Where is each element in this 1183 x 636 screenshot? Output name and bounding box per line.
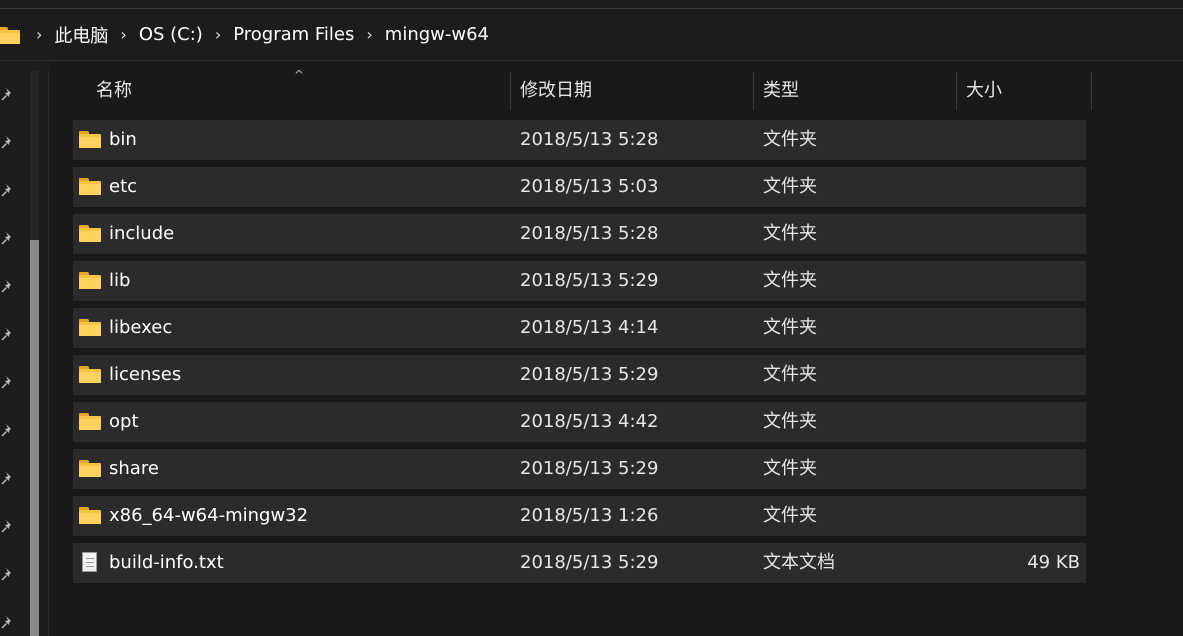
file-name: libexec (109, 317, 173, 338)
modified-date: 2018/5/13 5:03 (520, 176, 659, 197)
file-name: share (109, 458, 159, 479)
pin-icon[interactable] (0, 470, 16, 486)
pin-icon[interactable] (0, 422, 16, 438)
chevron-right-icon[interactable]: › (120, 25, 126, 44)
pin-icon[interactable] (0, 86, 16, 102)
address-bar: › 此电脑 › OS (C:) › Program Files › mingw-… (0, 0, 1183, 61)
navigation-scrollbar-thumb[interactable] (30, 240, 39, 636)
pin-icon[interactable] (0, 374, 16, 390)
pin-icon[interactable] (0, 518, 16, 534)
column-header-date[interactable]: 修改日期 (520, 70, 592, 112)
column-header-size[interactable]: 大小 (966, 70, 1002, 112)
folder-icon (79, 224, 103, 244)
folder-icon (79, 365, 103, 385)
text-file-icon (79, 552, 103, 573)
column-resize-handle[interactable] (753, 72, 754, 110)
column-resize-handle[interactable] (956, 72, 957, 110)
modified-date: 2018/5/13 5:28 (520, 129, 659, 150)
list-item[interactable]: lib 2018/5/13 5:29 文件夹 (73, 261, 1086, 301)
chevron-right-icon[interactable]: › (36, 25, 42, 44)
folder-icon (79, 318, 103, 338)
list-item[interactable]: etc 2018/5/13 5:03 文件夹 (73, 167, 1086, 207)
file-type: 文件夹 (763, 176, 817, 197)
sort-ascending-icon: ^ (294, 68, 305, 82)
folder-icon (0, 26, 22, 44)
folder-icon (79, 506, 103, 526)
modified-date: 2018/5/13 5:29 (520, 552, 659, 573)
modified-date: 2018/5/13 1:26 (520, 505, 659, 526)
breadcrumb-program-files[interactable]: Program Files (233, 24, 354, 45)
file-name: licenses (109, 364, 182, 385)
breadcrumb-mingw-w64[interactable]: mingw-w64 (385, 24, 489, 45)
pane-divider[interactable] (48, 71, 49, 636)
folder-icon (79, 459, 103, 479)
folder-icon (79, 271, 103, 291)
column-resize-handle[interactable] (1091, 72, 1092, 110)
file-type: 文件夹 (763, 223, 817, 244)
chevron-right-icon[interactable]: › (215, 25, 221, 44)
file-type: 文件夹 (763, 270, 817, 291)
column-header-row: ^ 名称 修改日期 类型 大小 (50, 68, 1183, 112)
pin-icon[interactable] (0, 614, 16, 630)
list-item[interactable]: bin 2018/5/13 5:28 文件夹 (73, 120, 1086, 160)
file-name: opt (109, 411, 139, 432)
folder-icon (79, 412, 103, 432)
modified-date: 2018/5/13 4:14 (520, 317, 659, 338)
file-type: 文件夹 (763, 458, 817, 479)
list-item[interactable]: build-info.txt 2018/5/13 5:29 文本文档 49 KB (73, 543, 1086, 583)
column-resize-handle[interactable] (510, 72, 511, 110)
file-type: 文件夹 (763, 129, 817, 150)
pin-icon[interactable] (0, 278, 16, 294)
list-item[interactable]: include 2018/5/13 5:28 文件夹 (73, 214, 1086, 254)
file-type: 文件夹 (763, 364, 817, 385)
file-type: 文件夹 (763, 317, 817, 338)
modified-date: 2018/5/13 5:29 (520, 458, 659, 479)
file-name: lib (109, 270, 131, 291)
breadcrumb-drive-c[interactable]: OS (C:) (139, 24, 203, 45)
list-item[interactable]: share 2018/5/13 5:29 文件夹 (73, 449, 1086, 489)
file-type: 文件夹 (763, 411, 817, 432)
modified-date: 2018/5/13 5:29 (520, 364, 659, 385)
file-name: bin (109, 129, 137, 150)
list-item[interactable]: licenses 2018/5/13 5:29 文件夹 (73, 355, 1086, 395)
file-name: build-info.txt (109, 552, 224, 573)
pin-icon[interactable] (0, 134, 16, 150)
file-name: x86_64-w64-mingw32 (109, 505, 309, 526)
list-item[interactable]: libexec 2018/5/13 4:14 文件夹 (73, 308, 1086, 348)
modified-date: 2018/5/13 4:42 (520, 411, 659, 432)
column-header-name[interactable]: 名称 (96, 70, 132, 112)
pin-icon[interactable] (0, 566, 16, 582)
column-header-type[interactable]: 类型 (763, 70, 799, 112)
file-type: 文本文档 (763, 552, 835, 573)
file-name: include (109, 223, 175, 244)
pin-icon[interactable] (0, 326, 16, 342)
breadcrumb-this-pc[interactable]: 此电脑 (54, 22, 108, 48)
modified-date: 2018/5/13 5:29 (520, 270, 659, 291)
list-item[interactable]: x86_64-w64-mingw32 2018/5/13 1:26 文件夹 (73, 496, 1086, 536)
folder-icon (79, 130, 103, 150)
list-item[interactable]: opt 2018/5/13 4:42 文件夹 (73, 402, 1086, 442)
chevron-right-icon[interactable]: › (366, 25, 372, 44)
pin-icon[interactable] (0, 230, 16, 246)
pin-icon[interactable] (0, 182, 16, 198)
breadcrumb[interactable]: › 此电脑 › OS (C:) › Program Files › mingw-… (0, 8, 1183, 60)
folder-icon (79, 177, 103, 197)
file-name: etc (109, 176, 138, 197)
file-size: 49 KB (1027, 552, 1080, 573)
file-type: 文件夹 (763, 505, 817, 526)
modified-date: 2018/5/13 5:28 (520, 223, 659, 244)
